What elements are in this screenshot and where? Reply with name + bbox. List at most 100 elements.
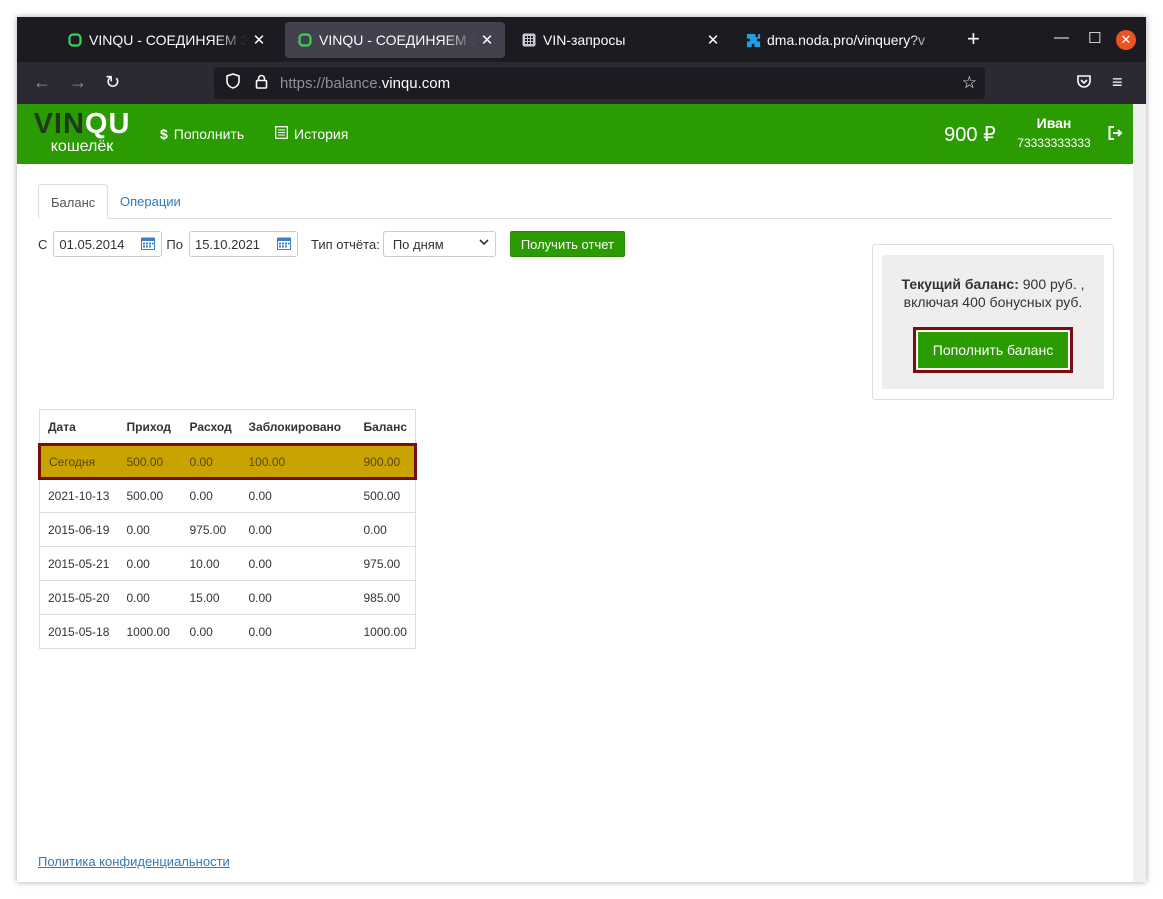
- report-type-value: По дням: [392, 236, 444, 252]
- cell-expense: 0.00: [181, 614, 241, 649]
- dollar-icon: $: [160, 126, 168, 142]
- nav-history[interactable]: История: [263, 104, 361, 164]
- url-bar[interactable]: https://balance.vinqu.com ☆: [214, 67, 985, 99]
- topup-balance-button[interactable]: Пополнить баланс: [917, 331, 1069, 369]
- balance-bonus: включая 400 бонусных руб.: [903, 294, 1083, 310]
- cell-blocked: 0.00: [240, 614, 356, 649]
- cell-date: 2015-05-18: [39, 614, 119, 649]
- cell-income: 500.00: [118, 443, 182, 480]
- to-date-input[interactable]: 15.10.2021: [188, 231, 298, 257]
- page-tabs: Баланс Операции: [38, 184, 1112, 219]
- logo-part-1: VIN: [33, 108, 85, 140]
- cell-balance: 900.00: [355, 443, 418, 480]
- logo-part-2: QU: [84, 108, 131, 140]
- cell-date: 2015-05-20: [39, 580, 119, 615]
- maximize-icon[interactable]: ☐: [1088, 29, 1101, 47]
- puzzle-icon: [745, 32, 761, 48]
- user-info[interactable]: Иван 73333333333: [1008, 104, 1100, 164]
- menu-icon[interactable]: ≡: [1112, 71, 1123, 93]
- shield-icon[interactable]: [224, 73, 242, 93]
- col-blocked: Заблокировано: [240, 409, 356, 445]
- cell-income: 1000.00: [118, 614, 182, 649]
- back-icon[interactable]: ←: [33, 71, 51, 93]
- balance-panel: Текущий баланс: 900 руб. , включая 400 б…: [882, 255, 1104, 389]
- calendar-icon[interactable]: [276, 236, 291, 253]
- get-report-button[interactable]: Получить отчет: [509, 231, 625, 257]
- cell-date: 2015-06-19: [39, 512, 119, 547]
- pocket-icon[interactable]: [1076, 72, 1092, 94]
- user-name: Иван: [1036, 115, 1072, 131]
- forward-icon[interactable]: →: [69, 71, 87, 93]
- close-icon[interactable]: ✕: [251, 31, 267, 49]
- balance-card: Текущий баланс: 900 руб. , включая 400 б…: [872, 244, 1114, 400]
- col-income: Приход: [118, 409, 182, 445]
- cell-expense: 10.00: [181, 546, 241, 581]
- cell-balance: 500.00: [355, 478, 416, 513]
- to-date-value: 15.10.2021: [194, 236, 261, 252]
- cell-balance: 1000.00: [355, 614, 416, 649]
- topup-balance-button-frame[interactable]: Пополнить баланс: [913, 327, 1073, 373]
- calendar-icon[interactable]: [141, 236, 156, 253]
- lock-icon[interactable]: [252, 74, 270, 93]
- table-row: 2015-05-18 1000.00 0.00 0.00 1000.00: [39, 614, 416, 649]
- cell-expense: 0.00: [181, 443, 241, 480]
- browser-window: VINQU - СОЕДИНЯЕМ ЭКСПЕРТОВ ✕ VINQU - СО…: [17, 17, 1146, 882]
- list-icon: [275, 126, 288, 142]
- window-close-button[interactable]: ✕: [1116, 30, 1136, 50]
- table-row: Сегодня 500.00 0.00 100.00 900.00: [38, 443, 418, 480]
- chevron-down-icon: [479, 237, 489, 250]
- header-balance[interactable]: 900 ₽: [932, 104, 1008, 164]
- tab-title: VINQU - СОЕДИНЯЕМ ЭКСПЕРТОВ: [89, 32, 247, 48]
- browser-tab-1[interactable]: VINQU - СОЕДИНЯЕМ ЭКСПЕРТОВ ✕: [55, 22, 277, 58]
- minimize-icon[interactable]: —: [1054, 29, 1069, 46]
- cell-date: Сегодня: [38, 443, 119, 480]
- tab-strip: VINQU - СОЕДИНЯЕМ ЭКСПЕРТОВ ✕ VINQU - СО…: [17, 17, 1146, 62]
- cell-date: 2021-10-13: [39, 478, 119, 513]
- vinqu-icon: [297, 32, 313, 48]
- close-icon[interactable]: ✕: [479, 31, 495, 49]
- cell-blocked: 0.00: [240, 546, 356, 581]
- nav-bar: ← → ↻ https://balance.vinqu.com ☆ ≡: [17, 62, 1146, 104]
- close-icon[interactable]: ✕: [705, 31, 721, 49]
- browser-tab-2[interactable]: VINQU - СОЕДИНЯЕМ ЭКСПЕРТОВ ✕: [285, 22, 505, 58]
- logout-icon[interactable]: [1108, 126, 1123, 144]
- report-type-select[interactable]: По дням: [382, 231, 496, 257]
- cell-date: 2015-05-21: [39, 546, 119, 581]
- new-tab-button[interactable]: +: [967, 27, 980, 51]
- cell-income: 0.00: [118, 546, 182, 581]
- cell-expense: 0.00: [181, 478, 241, 513]
- privacy-policy-link[interactable]: Политика конфиденциальности: [38, 854, 230, 869]
- from-date-value: 01.05.2014: [59, 236, 125, 252]
- browser-tab-4[interactable]: dma.noda.pro/vinquery?v: [733, 22, 955, 58]
- logo-subtitle: кошелёк: [50, 138, 114, 155]
- scrollbar[interactable]: [1133, 104, 1146, 882]
- tab-operations[interactable]: Операции: [108, 184, 193, 219]
- balance-report-table: Дата Приход Расход Заблокировано Баланс …: [38, 409, 418, 649]
- vinqu-icon: [67, 32, 83, 48]
- table-row: 2015-06-19 0.00 975.00 0.00 0.00: [39, 512, 416, 547]
- bookmark-star-icon[interactable]: ☆: [962, 73, 977, 93]
- cell-balance: 975.00: [355, 546, 416, 581]
- browser-tab-3[interactable]: VIN-запросы ✕: [509, 22, 731, 58]
- user-phone: 73333333333: [1017, 136, 1091, 150]
- table-row: 2021-10-13 500.00 0.00 0.00 500.00: [39, 478, 416, 513]
- col-expense: Расход: [181, 409, 241, 445]
- reload-icon[interactable]: ↻: [105, 71, 120, 93]
- cell-expense: 975.00: [181, 512, 241, 547]
- url-text[interactable]: https://balance.vinqu.com: [280, 75, 450, 92]
- cell-blocked: 0.00: [240, 580, 356, 615]
- cell-income: 0.00: [118, 580, 182, 615]
- from-label: С: [38, 236, 48, 252]
- cell-balance: 985.00: [355, 580, 416, 615]
- tab-balance[interactable]: Баланс: [38, 184, 109, 219]
- from-date-input[interactable]: 01.05.2014: [53, 231, 163, 257]
- logo[interactable]: VINQU кошелёк: [17, 104, 147, 164]
- page-content: VINQU кошелёк $ Пополнить История 900 ₽ …: [17, 104, 1133, 882]
- table-row: 2015-05-20 0.00 15.00 0.00 985.00: [39, 580, 416, 615]
- app-header: VINQU кошелёк $ Пополнить История 900 ₽ …: [17, 104, 1133, 164]
- nav-topup[interactable]: $ Пополнить: [148, 104, 255, 164]
- logo-wordmark: VINQU: [17, 109, 147, 139]
- cell-income: 0.00: [118, 512, 182, 547]
- tab-title: VIN-запросы: [543, 32, 626, 48]
- balance-label: Текущий баланс:: [901, 276, 1019, 292]
